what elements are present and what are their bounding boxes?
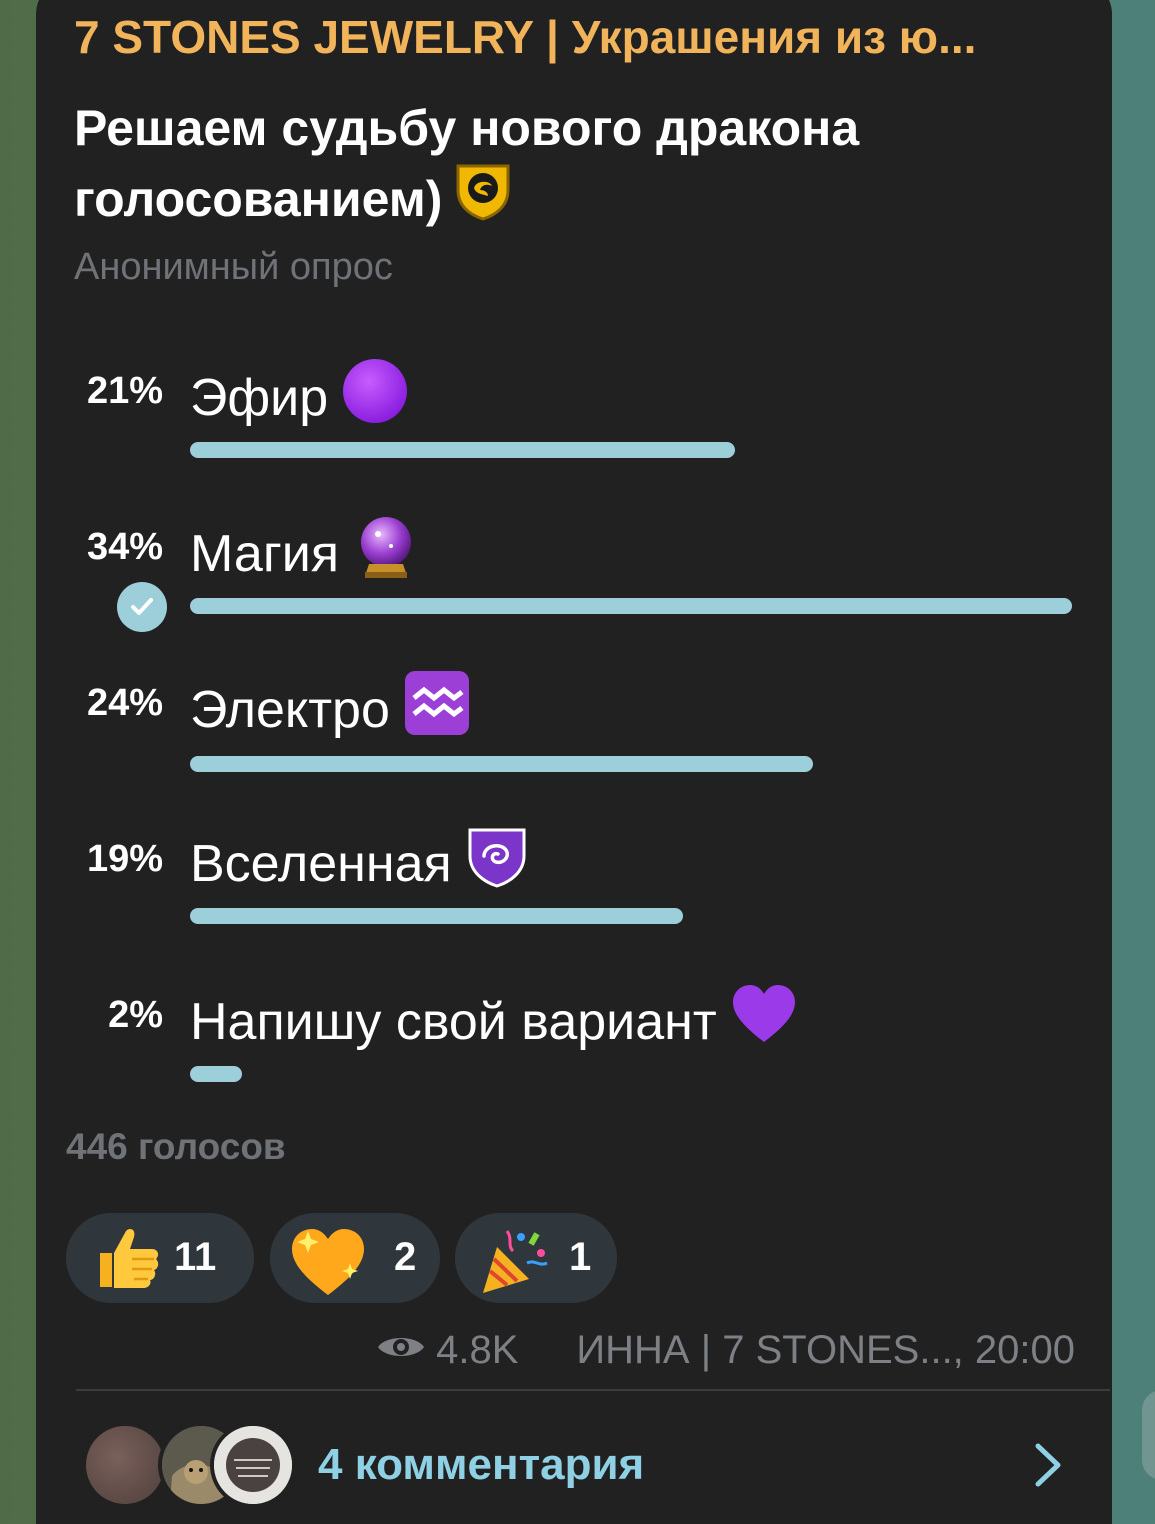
reaction-thumbs-up[interactable]: 11: [66, 1213, 254, 1303]
message-meta: 4.8K ИННА | 7 STONES..., 20:00: [376, 1328, 1075, 1373]
purple-heart-icon: [731, 982, 797, 1061]
eye-icon: [376, 1328, 426, 1373]
author-time: ИННА | 7 STONES..., 20:00: [576, 1328, 1075, 1372]
background-bubble: [1142, 1390, 1155, 1480]
option-label: Напишу свой вариант: [190, 982, 797, 1061]
option-bar: [190, 598, 1072, 614]
chevron-right-icon[interactable]: [1030, 1440, 1066, 1495]
crystal-ball-icon: [353, 514, 419, 593]
divider: [76, 1389, 1110, 1391]
view-count: 4.8K: [436, 1328, 519, 1372]
reaction-count: 1: [569, 1235, 592, 1279]
option-label: Вселенная: [190, 826, 528, 901]
option-bar: [190, 1066, 242, 1082]
option-percent: 19%: [86, 838, 163, 880]
reaction-count: 11: [174, 1235, 217, 1279]
option-bar: [190, 756, 813, 772]
poll-type-label: Анонимный опрос: [74, 246, 393, 288]
avatar: [82, 1422, 168, 1508]
poll-option[interactable]: 34% Магия: [0, 517, 1155, 636]
avatar: [210, 1422, 296, 1508]
party-popper-icon: [477, 1223, 553, 1304]
purple-circle-icon: [342, 358, 408, 437]
galaxy-shield-icon: [466, 826, 528, 901]
poll-option[interactable]: 24% Электро: [0, 671, 1155, 792]
selected-check-icon: [117, 582, 167, 632]
option-bar: [190, 442, 735, 458]
option-text: Вселенная: [190, 834, 452, 893]
dragon-shield-icon: [452, 160, 514, 237]
option-label: Электро: [190, 670, 470, 749]
sparkling-heart-icon: [288, 1223, 368, 1304]
option-text: Напишу свой вариант: [190, 992, 717, 1051]
option-percent: 34%: [86, 526, 163, 568]
channel-name[interactable]: 7 STONES JEWELRY | Украшения из ю...: [74, 10, 976, 64]
poll-option[interactable]: 2% Напишу свой вариант: [0, 985, 1155, 1104]
option-text: Электро: [190, 680, 390, 739]
option-text: Магия: [190, 524, 339, 583]
option-percent: 21%: [86, 370, 163, 412]
option-label: Магия: [190, 514, 419, 593]
option-percent: 2%: [108, 994, 163, 1036]
option-percent: 24%: [86, 682, 163, 724]
option-label: Эфир: [190, 358, 408, 437]
thumbs-up-icon: [92, 1223, 162, 1298]
aquarius-icon: [404, 670, 470, 749]
poll-option[interactable]: 21% Эфир: [0, 359, 1155, 480]
option-text: Эфир: [190, 368, 329, 427]
comments-link[interactable]: 4 комментария: [318, 1440, 644, 1490]
reaction-party-popper[interactable]: 1: [455, 1213, 617, 1303]
total-votes: 446 голосов: [66, 1126, 286, 1167]
poll-option[interactable]: 19% Вселенная: [0, 828, 1155, 948]
option-bar: [190, 908, 683, 924]
reaction-count: 2: [394, 1235, 417, 1279]
poll-question: Решаем судьбу нового дракона голосование…: [74, 96, 1054, 237]
reaction-sparkling-heart[interactable]: 2: [270, 1213, 440, 1303]
